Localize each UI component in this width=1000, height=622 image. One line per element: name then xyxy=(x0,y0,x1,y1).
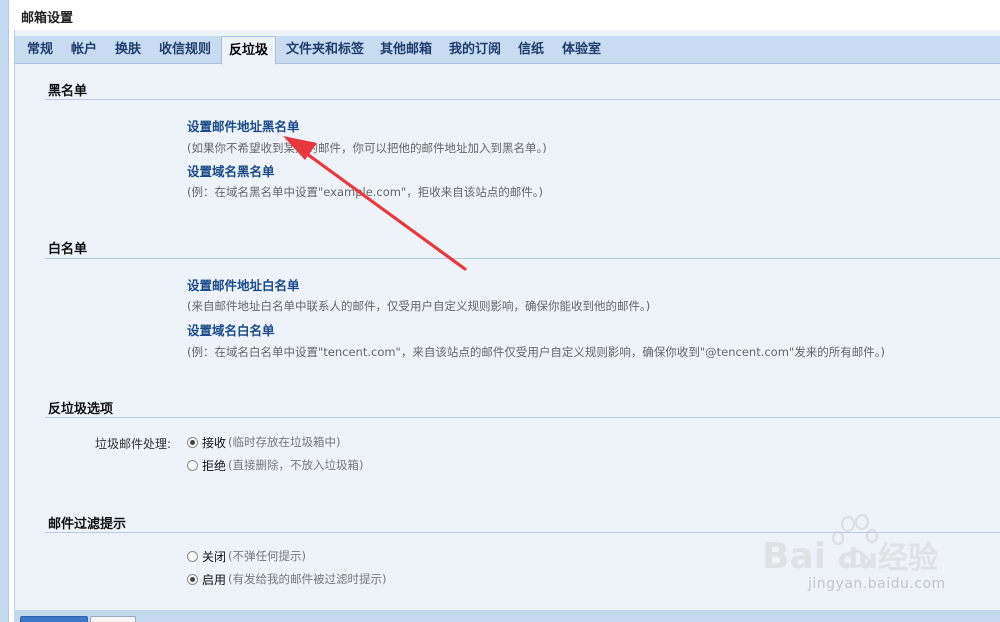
radio-hint: (不弹任何提示) xyxy=(228,549,306,563)
tab-subscriptions[interactable]: 我的订阅 xyxy=(449,36,501,64)
svg-text:Bai: Bai xyxy=(762,536,826,577)
radio-label: 启用 xyxy=(202,572,227,587)
address-blacklist-link[interactable]: 设置邮件地址黑名单 xyxy=(187,116,300,135)
section-divider xyxy=(45,258,1000,259)
radio-label: 接收 xyxy=(202,435,227,450)
domain-blacklist-desc: (例：在域名黑名单中设置"example.com"，拒收来自该站点的邮件。) xyxy=(187,185,544,199)
radio-label: 拒绝 xyxy=(202,458,227,473)
svg-text:经验: 经验 xyxy=(878,541,938,576)
radio-checked-icon[interactable] xyxy=(187,573,198,585)
tab-general[interactable]: 常规 xyxy=(27,36,53,64)
radio-unchecked-icon[interactable] xyxy=(187,550,198,562)
section-divider xyxy=(45,417,1000,418)
watermark-url: jingyan.baidu.com xyxy=(808,576,946,592)
section-divider xyxy=(45,99,1000,100)
left-sidebar-strip xyxy=(0,0,9,622)
settings-tabbar: 常规 帐户 换肤 收信规则 反垃圾 文件夹和标签 其他邮箱 我的订阅 信纸 体验… xyxy=(15,36,1000,65)
radio-unchecked-icon[interactable] xyxy=(187,459,198,471)
svg-text:du: du xyxy=(838,542,878,575)
filter-notice-heading: 邮件过滤提示 xyxy=(48,517,127,532)
radio-hint: (临时存放在垃圾箱中) xyxy=(228,435,341,449)
filter-notice-off-option[interactable]: 关闭 (不弹任何提示) xyxy=(187,548,306,564)
domain-blacklist-link[interactable]: 设置域名黑名单 xyxy=(187,161,275,180)
domain-whitelist-desc: (例：在域名白名单中设置"tencent.com"，来自该站点的邮件仅受用户自定… xyxy=(187,345,885,359)
tab-lab[interactable]: 体验室 xyxy=(562,36,601,64)
radio-checked-icon[interactable] xyxy=(187,436,198,448)
antispam-options-heading: 反垃圾选项 xyxy=(48,402,114,417)
radio-hint: (直接删除，不放入垃圾箱) xyxy=(228,458,364,472)
tab-mail-rules[interactable]: 收信规则 xyxy=(159,36,211,64)
address-whitelist-desc: (来自邮件地址白名单中联系人的邮件，仅受用户自定义规则影响，确保你能收到他的邮件… xyxy=(187,299,651,313)
save-button[interactable] xyxy=(20,616,88,622)
blacklist-heading: 黑名单 xyxy=(48,84,88,99)
tab-account[interactable]: 帐户 xyxy=(71,36,97,64)
tab-other-mailbox[interactable]: 其他邮箱 xyxy=(380,36,432,64)
tab-folders-labels[interactable]: 文件夹和标签 xyxy=(286,36,364,64)
filter-notice-on-option[interactable]: 启用 (有发给我的邮件被过滤时提示) xyxy=(187,571,387,587)
spam-reject-option[interactable]: 拒绝 (直接删除，不放入垃圾箱) xyxy=(187,457,364,473)
radio-hint: (有发给我的邮件被过滤时提示) xyxy=(228,572,387,586)
address-whitelist-link[interactable]: 设置邮件地址白名单 xyxy=(187,275,300,294)
whitelist-heading: 白名单 xyxy=(48,242,88,257)
bottom-action-bar xyxy=(14,610,1000,622)
tab-skin[interactable]: 换肤 xyxy=(115,36,141,64)
watermark-logo-icon: Bai 经验 du xyxy=(762,513,938,577)
radio-label: 关闭 xyxy=(202,549,227,564)
cancel-button[interactable] xyxy=(90,616,136,622)
tab-stationery[interactable]: 信纸 xyxy=(518,36,544,64)
title-bar: 邮箱设置 xyxy=(9,0,1000,30)
domain-whitelist-link[interactable]: 设置域名白名单 xyxy=(187,320,275,339)
spam-handling-label: 垃圾邮件处理: xyxy=(95,437,172,451)
page-title: 邮箱设置 xyxy=(21,11,74,26)
spam-receive-option[interactable]: 接收 (临时存放在垃圾箱中) xyxy=(187,434,341,450)
tab-antispam[interactable]: 反垃圾 xyxy=(221,36,277,65)
address-blacklist-desc: (如果你不希望收到某人的邮件，你可以把他的邮件地址加入到黑名单。) xyxy=(187,141,547,155)
